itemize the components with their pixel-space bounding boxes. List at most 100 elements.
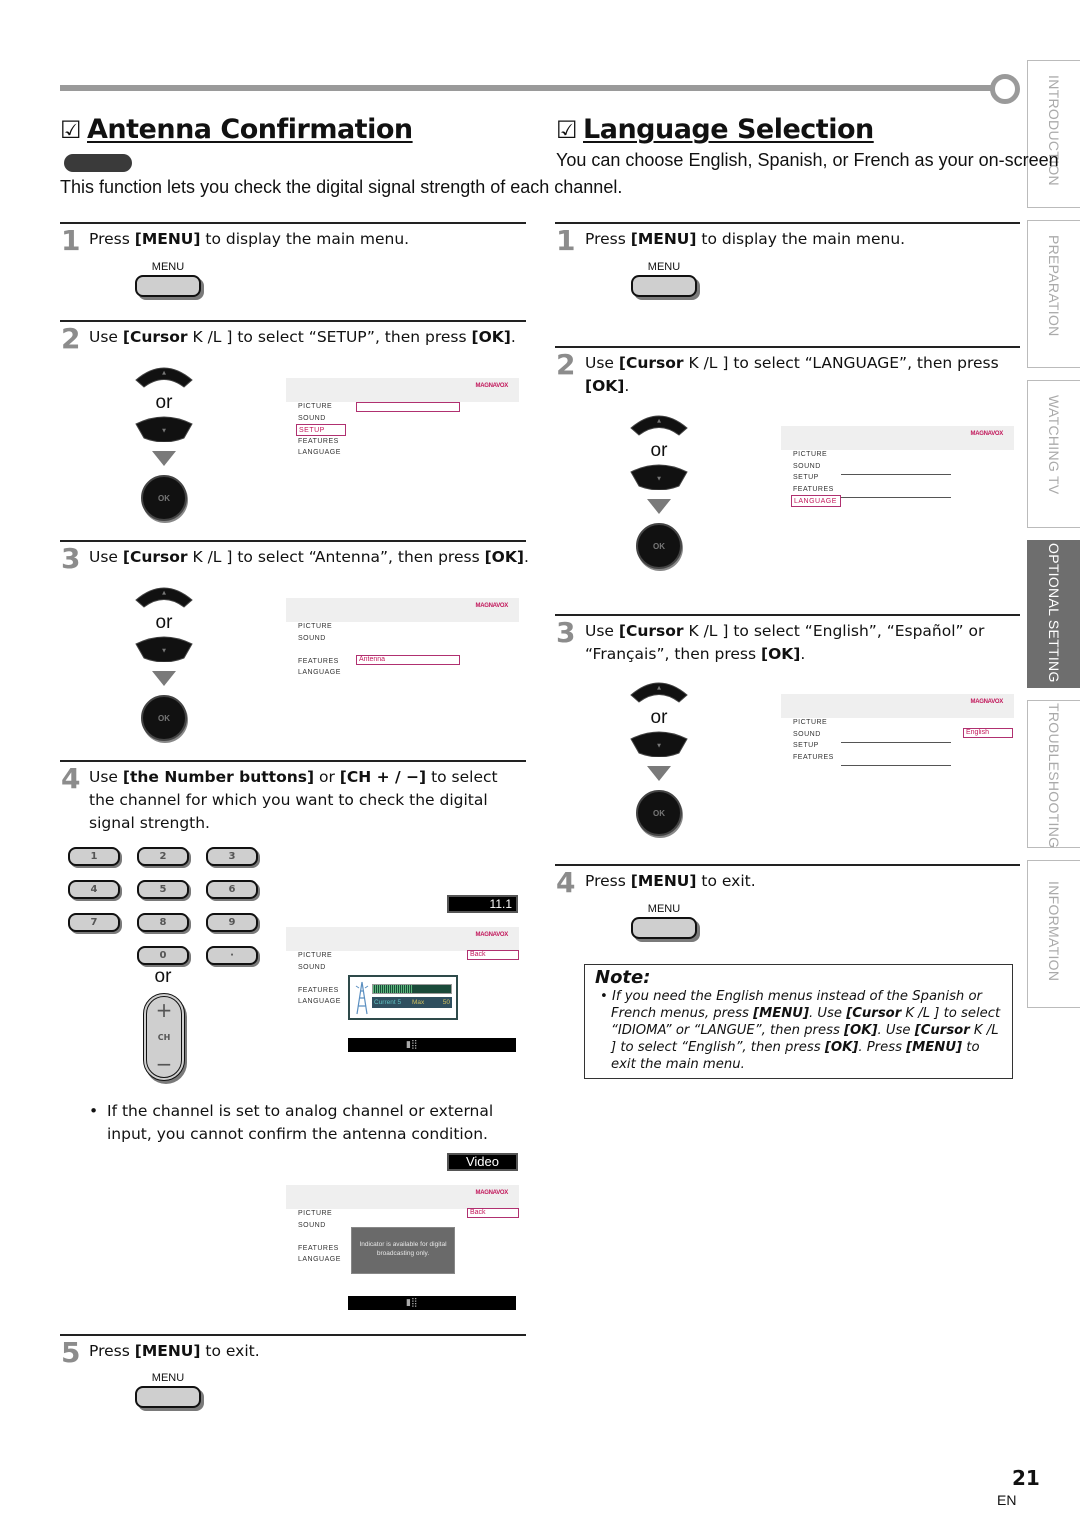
tv-separator: [841, 765, 951, 766]
checkbox-icon: ☑: [556, 116, 578, 144]
channel-label: CH: [157, 1032, 171, 1042]
tv-menu-item-selected: SETUP: [296, 424, 346, 436]
svg-text:▼: ▼: [162, 648, 166, 654]
side-tab-label: INTRODUCTION: [1046, 75, 1062, 186]
side-tab-troubleshooting[interactable]: TROUBLESHOOTING: [1027, 700, 1080, 848]
step-divider: [555, 614, 1020, 616]
language-step-1-text: Press [MENU] to display the main menu.: [585, 230, 906, 248]
tv-analog-screen: MAGNAVOX PICTURE SOUND FEATURES LANGUAGE…: [286, 1185, 519, 1275]
number-button-9[interactable]: 9: [206, 913, 258, 932]
signal-current: Current 5: [374, 999, 402, 1006]
step-number: 3: [61, 542, 81, 575]
back-button[interactable]: Back: [467, 950, 519, 960]
cursor-up-button[interactable]: ▲: [134, 362, 194, 388]
number-button-2[interactable]: 2: [137, 847, 189, 866]
brand-logo: MAGNAVOX: [475, 932, 509, 938]
cursor-pad-group: ▲ or ▼ OK: [134, 362, 194, 521]
side-tab-introduction[interactable]: INTRODUCTION: [1027, 60, 1080, 208]
step-number: 2: [556, 348, 576, 381]
note-title: Note:: [595, 967, 651, 988]
or-label: or: [650, 707, 668, 728]
tv-separator: [841, 497, 951, 498]
svg-text:▲: ▲: [162, 370, 166, 376]
tv-menu-item: SETUP: [793, 474, 819, 481]
tv-menu-screen-antenna: MAGNAVOX PICTURE SOUND FEATURES LANGUAGE…: [286, 598, 519, 688]
cursor-down-button[interactable]: ▼: [134, 416, 194, 443]
side-tab-label: PREPARATION: [1046, 235, 1062, 337]
channel-up-icon[interactable]: +: [156, 1000, 173, 1020]
number-button-0[interactable]: 0: [137, 946, 189, 965]
antenna-step-1-text: Press [MENU] to display the main menu.: [89, 230, 410, 248]
ok-button[interactable]: OK: [636, 790, 682, 836]
channel-down-icon[interactable]: −: [156, 1054, 173, 1074]
antenna-step-5-text: Press [MENU] to exit.: [89, 1342, 260, 1360]
cursor-down-button[interactable]: ▼: [134, 636, 194, 663]
side-tab-label: INFORMATION: [1046, 881, 1062, 982]
back-button[interactable]: Back: [467, 1208, 519, 1218]
tv-submenu-highlight: [356, 402, 460, 412]
menu-button[interactable]: MENU: [631, 261, 701, 297]
tv-menu-item: SOUND: [298, 414, 326, 422]
tv-separator: [841, 474, 951, 475]
channel-rocker[interactable]: + CH −: [143, 993, 185, 1081]
svg-text:▼: ▼: [162, 428, 166, 434]
cursor-down-button[interactable]: ▼: [629, 731, 689, 758]
cursor-up-button[interactable]: ▲: [629, 410, 689, 436]
cursor-down-button[interactable]: ▼: [629, 464, 689, 491]
tv-menu-item: PICTURE: [793, 719, 828, 726]
step-divider: [60, 760, 526, 762]
tv-menu-item: FEATURES: [298, 437, 339, 445]
side-tab-label: TROUBLESHOOTING: [1046, 703, 1062, 849]
tv-menu-item: PICTURE: [793, 451, 828, 458]
number-button-7[interactable]: 7: [68, 913, 120, 932]
tv-menu-item: LANGUAGE: [298, 1256, 341, 1263]
number-button-5[interactable]: 5: [137, 880, 189, 899]
svg-text:▲: ▲: [162, 590, 166, 596]
tv-menu-list: PICTURE SOUND SETUP FEATURES LANGUAGE: [296, 401, 346, 459]
ok-button[interactable]: OK: [141, 695, 187, 741]
tv-menu-item: SOUND: [298, 634, 326, 642]
tv-menu-item: LANGUAGE: [298, 998, 341, 1005]
signal-bar: [372, 984, 452, 994]
bullet-icon: •: [89, 1102, 99, 1120]
remote-keypad-icon: ▮⣿: [406, 1298, 418, 1308]
number-button-6[interactable]: 6: [206, 880, 258, 899]
ok-button[interactable]: OK: [141, 475, 187, 521]
number-button-1[interactable]: 1: [68, 847, 120, 866]
note-text: • If you need the English menus instead …: [600, 989, 1001, 1072]
side-tab-watching-tv[interactable]: WATCHING TV: [1027, 380, 1080, 528]
menu-button[interactable]: MENU: [631, 903, 701, 939]
menu-button[interactable]: MENU: [135, 261, 205, 297]
language-option-english[interactable]: English: [963, 728, 1013, 738]
ok-button[interactable]: OK: [636, 523, 682, 569]
menu-button[interactable]: MENU: [135, 1372, 205, 1408]
checkbox-icon: ☑: [60, 116, 82, 144]
menu-button-label: MENU: [151, 1372, 185, 1384]
cursor-pad-group: ▲ or ▼ OK: [629, 677, 689, 836]
number-button-8[interactable]: 8: [137, 913, 189, 932]
cursor-up-button[interactable]: ▲: [134, 582, 194, 608]
side-tab-preparation[interactable]: PREPARATION: [1027, 220, 1080, 368]
analog-note-text: If the channel is set to analog channel …: [107, 1102, 494, 1143]
brand-logo: MAGNAVOX: [475, 603, 509, 609]
tv-menu-item: FEATURES: [298, 986, 339, 994]
menu-button-label: MENU: [647, 261, 681, 273]
tv-menu-list: PICTURE SOUND SETUP FEATURES LANGUAGE: [791, 449, 841, 507]
language-intro: You can choose English, Spanish, or Fren…: [556, 150, 1059, 170]
number-button-3[interactable]: 3: [206, 847, 258, 866]
cursor-up-button[interactable]: ▲: [629, 677, 689, 703]
menu-button-shape: [631, 275, 697, 297]
menu-button-shape: [135, 275, 201, 297]
side-tab-information[interactable]: INFORMATION: [1027, 860, 1080, 1008]
bullet-icon: •: [600, 989, 612, 1004]
number-button-4[interactable]: 4: [68, 880, 120, 899]
step-divider: [555, 346, 1020, 348]
brand-logo: MAGNAVOX: [970, 431, 1004, 437]
dot-button[interactable]: ·: [206, 946, 258, 965]
menu-button-shape: [135, 1386, 201, 1408]
side-tab-optional-setting[interactable]: OPTIONAL SETTING: [1027, 540, 1080, 688]
step-divider: [60, 222, 526, 224]
step-divider: [60, 540, 526, 542]
or-label: or: [155, 392, 173, 413]
signal-strength-panel: Current 5 Max 50: [348, 975, 458, 1020]
